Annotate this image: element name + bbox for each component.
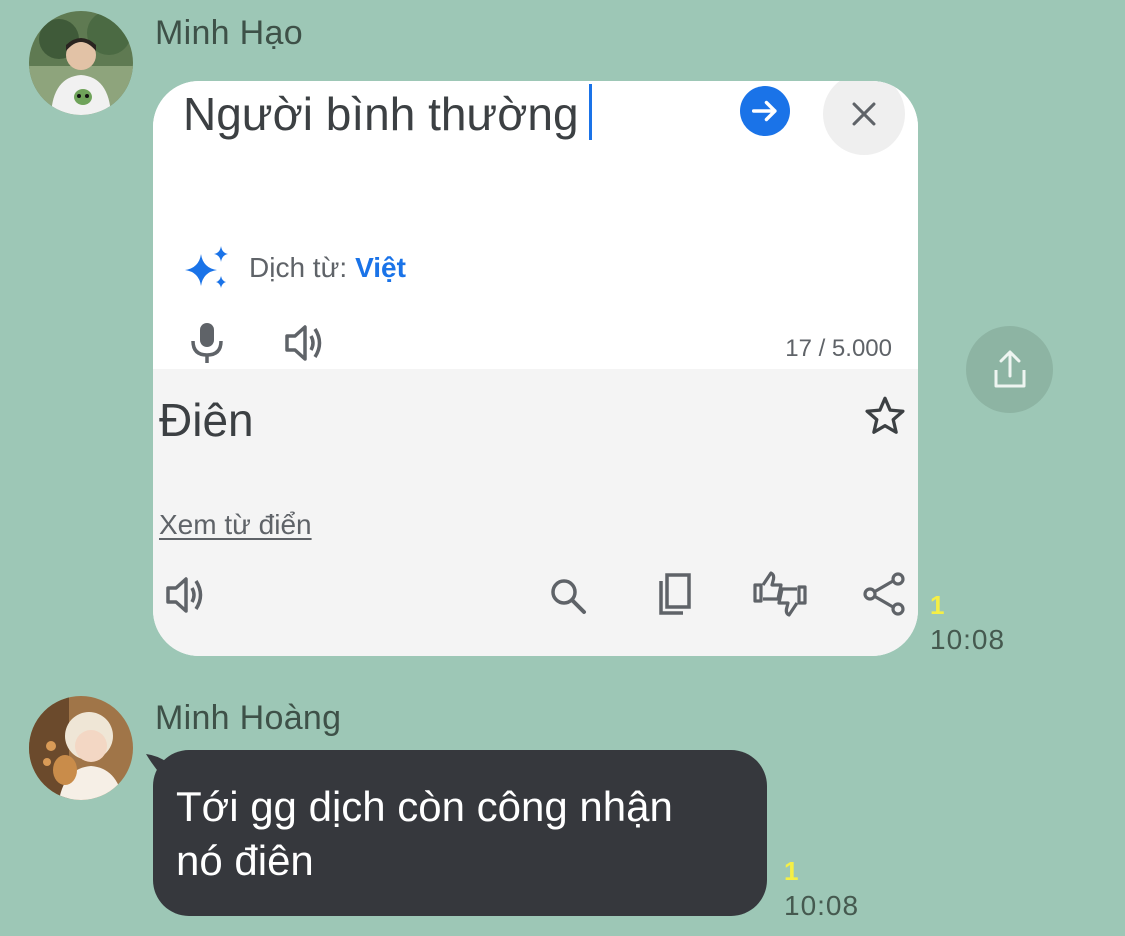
star-icon [863, 395, 907, 442]
forward-button[interactable] [966, 326, 1053, 413]
read-count: 1 [930, 590, 945, 620]
detect-language: Việt [355, 252, 406, 283]
search-icon [547, 575, 589, 622]
source-text: Người bình thường [183, 88, 579, 140]
chat-view: Minh Hạo Người bình thường Dịch từ: Việt… [0, 0, 1125, 936]
image-message[interactable]: Người bình thường Dịch từ: Việt 17 / 5.0… [153, 81, 918, 656]
character-count: 17 / 5.000 [785, 335, 892, 362]
translation-panel: Điên Xem từ điển [153, 369, 918, 656]
close-icon [852, 102, 876, 126]
sender-name: Minh Hạo [155, 14, 303, 52]
clear-button [823, 81, 905, 155]
avatar-photo-icon [29, 696, 133, 800]
dictionary-link: Xem từ điển [159, 509, 312, 540]
text-caret [589, 84, 592, 140]
detect-label: Dịch từ: [249, 252, 348, 283]
copy-icon [653, 571, 695, 622]
avatar[interactable] [29, 696, 133, 800]
message-text-line: nó điên [176, 837, 314, 884]
sparkle-icon [185, 246, 228, 288]
detected-language: Dịch từ: Việt [183, 246, 406, 290]
message-text-line: Tới gg dịch còn công nhận [176, 783, 673, 830]
sender-name: Minh Hoàng [155, 699, 342, 737]
avatar[interactable] [29, 11, 133, 115]
speaker-icon [165, 575, 207, 620]
message-bubble[interactable]: Tới gg dịch còn công nhận nó điên [153, 750, 767, 916]
message-time: 10:08 [930, 624, 1006, 655]
speaker-icon [284, 323, 326, 368]
avatar-photo-icon [29, 11, 133, 115]
microphone-icon [189, 321, 225, 370]
translation-text: Điên [159, 394, 254, 446]
arrow-right-icon [751, 100, 777, 122]
share-upload-icon [994, 350, 1025, 387]
feedback-thumbs-icon [751, 569, 809, 624]
read-count: 1 [784, 856, 799, 886]
source-panel: Người bình thường Dịch từ: Việt 17 / 5.0… [153, 81, 918, 369]
message-time: 10:08 [784, 890, 860, 921]
share-icon [862, 571, 906, 622]
translate-go-button [740, 86, 790, 136]
